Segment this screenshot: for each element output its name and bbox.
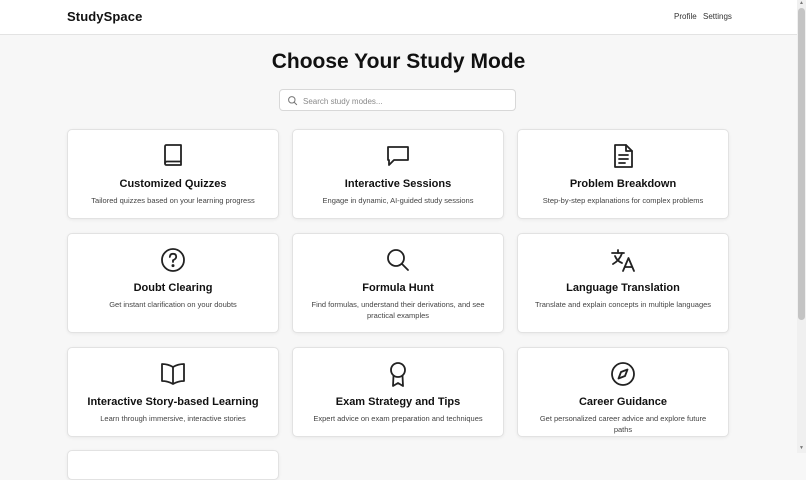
- search-icon: [288, 96, 298, 106]
- card-description: Get instant clarification on your doubts: [109, 300, 237, 309]
- card-description: Learn through immersive, interactive sto…: [100, 414, 246, 423]
- card-description: Find formulas, understand their derivati…: [311, 300, 485, 320]
- nav-settings-link[interactable]: Settings: [703, 12, 732, 21]
- mode-card-exam-strategy-and-tips[interactable]: Exam Strategy and Tips Expert advice on …: [292, 347, 504, 437]
- card-title: Career Guidance: [578, 396, 668, 408]
- mode-card-interactive-story-based-learning[interactable]: Interactive Story-based Learning Learn t…: [67, 347, 279, 437]
- document-icon: [614, 144, 633, 168]
- mode-card-customized-quizzes[interactable]: Customized Quizzes Tailored quizzes base…: [67, 129, 279, 219]
- nav-profile-link[interactable]: Profile: [674, 12, 697, 21]
- card-title: Problem Breakdown: [569, 178, 677, 190]
- mode-card-doubt-clearing[interactable]: Doubt Clearing Get instant clarification…: [67, 233, 279, 333]
- card-description: Engage in dynamic, AI-guided study sessi…: [322, 196, 474, 205]
- question-circle-icon: [161, 248, 185, 272]
- brand-logo[interactable]: StudySpace: [67, 9, 142, 24]
- scroll-up-arrow-icon[interactable]: ▲: [799, 1, 804, 6]
- card-title: Interactive Story-based Learning: [87, 396, 259, 408]
- mode-card-partial[interactable]: [67, 450, 279, 480]
- mode-card-interactive-sessions[interactable]: Interactive Sessions Engage in dynamic, …: [292, 129, 504, 219]
- search-box[interactable]: [279, 89, 516, 111]
- card-description: Step-by-step explanations for complex pr…: [542, 196, 704, 205]
- compass-icon: [611, 362, 635, 386]
- page-scrollbar[interactable]: ▲ ▼: [797, 0, 806, 453]
- mode-card-problem-breakdown[interactable]: Problem Breakdown Step-by-step explanati…: [517, 129, 729, 219]
- book-icon: [164, 144, 182, 166]
- search-icon: [387, 249, 409, 271]
- scroll-down-arrow-icon[interactable]: ▼: [799, 446, 804, 451]
- award-icon: [390, 362, 406, 387]
- scrollbar-thumb[interactable]: [798, 8, 805, 320]
- mode-card-formula-hunt[interactable]: Formula Hunt Find formulas, understand t…: [292, 233, 504, 333]
- card-title: Exam Strategy and Tips: [335, 396, 461, 408]
- card-title: Customized Quizzes: [119, 178, 227, 190]
- open-book-icon: [161, 363, 185, 385]
- chat-bubble-icon: [387, 146, 409, 166]
- card-title: Language Translation: [566, 282, 680, 294]
- card-title: Formula Hunt: [362, 282, 434, 294]
- top-navigation-bar: StudySpace Profile Settings: [0, 0, 797, 35]
- mode-card-career-guidance[interactable]: Career Guidance Get personalized career …: [517, 347, 729, 437]
- page-title: Choose Your Study Mode: [271, 50, 526, 73]
- card-title: Interactive Sessions: [344, 178, 452, 190]
- card-description: Tailored quizzes based on your learning …: [91, 196, 255, 205]
- mode-card-language-translation[interactable]: Language Translation Translate and expla…: [517, 233, 729, 333]
- translate-icon: [611, 249, 635, 272]
- search-input[interactable]: [301, 93, 510, 110]
- card-title: Doubt Clearing: [133, 282, 213, 294]
- card-description: Expert advice on exam preparation and te…: [313, 414, 483, 423]
- card-description: Get personalized career advice and explo…: [539, 414, 707, 434]
- card-description: Translate and explain concepts in multip…: [534, 300, 712, 309]
